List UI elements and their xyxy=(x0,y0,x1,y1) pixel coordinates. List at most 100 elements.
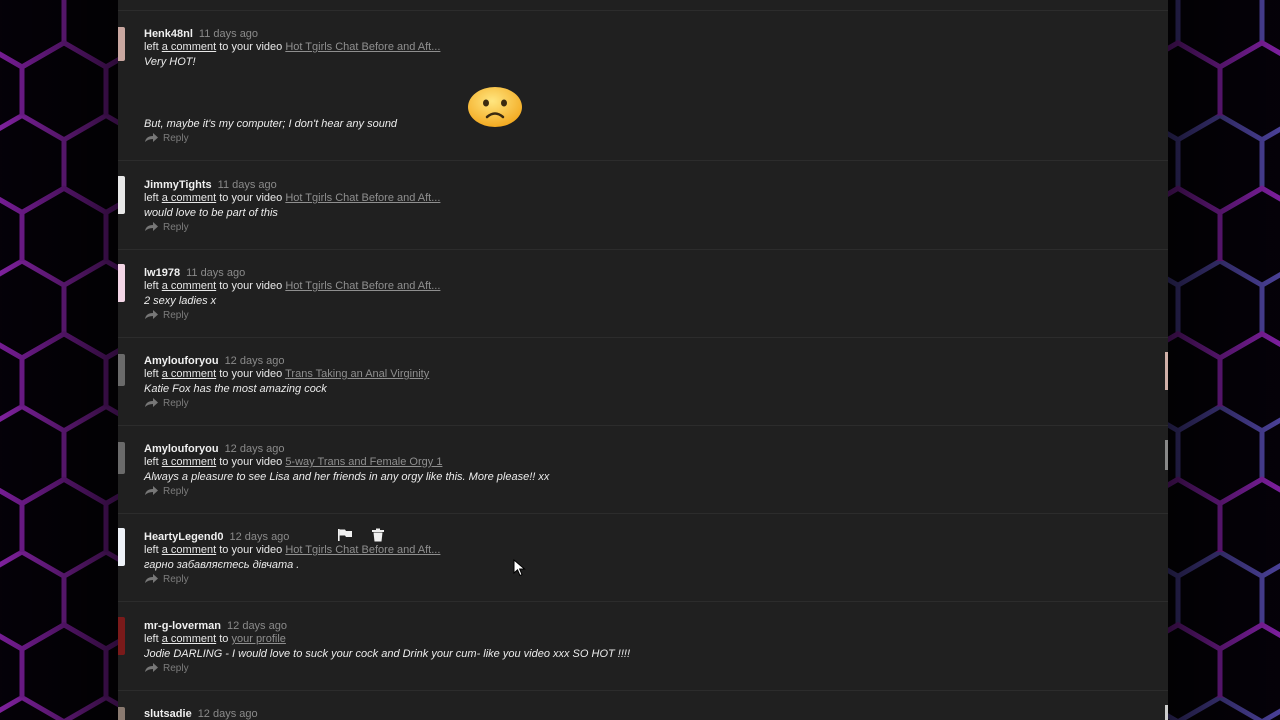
reply-button[interactable]: Reply xyxy=(144,574,189,586)
divider xyxy=(118,690,1168,691)
reply-label: Reply xyxy=(163,574,189,585)
comment-text: But, maybe it's my computer; I don't hea… xyxy=(144,118,398,130)
reply-arrow-icon xyxy=(145,222,158,231)
reply-label: Reply xyxy=(163,398,189,409)
thumbnail-edge xyxy=(1165,705,1168,720)
comment-text: Always a pleasure to see Lisa and her fr… xyxy=(144,471,550,483)
feed-item: mr-g-loverman 12 days ago left a comment … xyxy=(118,617,1168,691)
comment-link[interactable]: a comment xyxy=(162,41,216,53)
reply-button[interactable]: Reply xyxy=(144,133,189,145)
avatar[interactable] xyxy=(118,707,125,720)
comment-link[interactable]: a comment xyxy=(162,633,216,645)
reply-button[interactable]: Reply xyxy=(144,398,189,410)
reply-arrow-icon xyxy=(145,486,158,495)
to-text: to xyxy=(219,544,229,556)
timestamp: 11 days ago xyxy=(186,267,246,279)
username-link[interactable]: HeartyLegend0 xyxy=(144,531,223,543)
username-link[interactable]: slutsadie xyxy=(144,708,192,720)
comment-link[interactable]: a comment xyxy=(162,544,216,556)
comment-text: would love to be part of this xyxy=(144,207,278,219)
comment-link[interactable]: a comment xyxy=(162,192,216,204)
comment-link[interactable]: a comment xyxy=(162,456,216,468)
avatar[interactable] xyxy=(118,176,125,214)
divider xyxy=(118,513,1168,514)
reply-button[interactable]: Reply xyxy=(144,222,189,234)
video-link[interactable]: Trans Taking an Anal Virginity xyxy=(285,368,429,380)
divider xyxy=(118,160,1168,161)
avatar[interactable] xyxy=(118,528,125,566)
avatar[interactable] xyxy=(118,354,125,386)
comment-link[interactable]: a comment xyxy=(162,368,216,380)
reply-button[interactable]: Reply xyxy=(144,663,189,675)
comment-text: гарно забавляєтесь дівчата . xyxy=(144,559,300,571)
target-prefix: your video xyxy=(231,368,283,380)
feed-item: lw1978 11 days ago left a comment to your… xyxy=(118,264,1168,338)
timestamp: 12 days ago xyxy=(224,355,285,367)
profile-link[interactable]: your profile xyxy=(231,633,285,645)
reply-button[interactable]: Reply xyxy=(144,486,189,498)
username-link[interactable]: Amylouforyou xyxy=(144,443,219,455)
reply-button[interactable]: Reply xyxy=(144,310,189,322)
avatar[interactable] xyxy=(118,27,125,61)
divider xyxy=(118,10,1168,11)
feed-item: JimmyTights 11 days ago left a comment to… xyxy=(118,176,1168,250)
target-prefix: your video xyxy=(231,41,283,53)
thumbnail-edge xyxy=(1165,440,1168,470)
username-link[interactable]: JimmyTights xyxy=(144,179,212,191)
thumbnail-edge xyxy=(1165,352,1168,390)
reply-arrow-icon xyxy=(145,574,158,583)
video-link[interactable]: Hot Tgirls Chat Before and Aft... xyxy=(285,544,440,556)
divider xyxy=(118,337,1168,338)
comment-text: Very HOT! xyxy=(144,56,196,68)
reply-arrow-icon xyxy=(145,398,158,407)
to-text: to xyxy=(219,192,229,204)
avatar[interactable] xyxy=(118,264,125,302)
avatar[interactable] xyxy=(118,442,125,474)
username-link[interactable]: mr-g-loverman xyxy=(144,620,221,632)
action-text: left xyxy=(144,544,159,556)
video-link[interactable]: 5-way Trans and Female Orgy 1 xyxy=(285,456,442,468)
timestamp: 12 days ago xyxy=(227,620,287,632)
trash-icon[interactable] xyxy=(370,528,386,542)
timestamp: 12 days ago xyxy=(224,443,285,455)
reply-label: Reply xyxy=(163,133,189,144)
divider xyxy=(118,249,1168,250)
video-link[interactable]: Hot Tgirls Chat Before and Aft... xyxy=(285,41,440,53)
username-link[interactable]: lw1978 xyxy=(144,267,180,279)
flag-icon[interactable] xyxy=(337,528,353,542)
video-link[interactable]: Hot Tgirls Chat Before and Aft... xyxy=(285,280,440,292)
target-prefix: your video xyxy=(231,456,283,468)
reply-arrow-icon xyxy=(145,663,158,672)
reply-arrow-icon xyxy=(145,310,158,319)
action-text: left xyxy=(144,456,159,468)
avatar[interactable] xyxy=(118,617,125,655)
action-text: left xyxy=(144,192,159,204)
feed-item: HeartyLegend0 12 days ago left a comment … xyxy=(118,528,1168,602)
target-prefix: your video xyxy=(231,544,283,556)
activity-feed: Henk48nl 11 days ago left a comment to yo… xyxy=(118,0,1168,720)
to-text: to xyxy=(219,633,229,645)
frowning-face-emoji-icon xyxy=(468,87,522,127)
feed-item: Amylouforyou 12 days ago left a comment t… xyxy=(118,440,1168,514)
username-link[interactable]: Henk48nl xyxy=(144,28,193,40)
timestamp: 12 days ago xyxy=(197,708,258,720)
mouse-cursor-icon xyxy=(513,559,526,577)
comment-link[interactable]: a comment xyxy=(162,280,216,292)
video-link[interactable]: Hot Tgirls Chat Before and Aft... xyxy=(285,192,440,204)
action-text: left xyxy=(144,41,159,53)
background-hex-right xyxy=(1168,0,1280,720)
action-text: left xyxy=(144,633,159,645)
feed-item: Henk48nl 11 days ago left a comment to yo… xyxy=(118,25,1168,161)
divider xyxy=(118,601,1168,602)
background-hex-left xyxy=(0,0,118,720)
timestamp: 11 days ago xyxy=(217,179,277,191)
username-link[interactable]: Amylouforyou xyxy=(144,355,219,367)
reply-label: Reply xyxy=(163,222,189,233)
target-prefix: your video xyxy=(231,280,283,292)
timestamp: 11 days ago xyxy=(198,28,259,40)
comment-text: 2 sexy ladies x xyxy=(144,295,217,307)
comment-text: Jodie DARLING - I would love to suck you… xyxy=(144,648,631,660)
to-text: to xyxy=(219,280,229,292)
reply-label: Reply xyxy=(163,310,189,321)
to-text: to xyxy=(219,368,229,380)
